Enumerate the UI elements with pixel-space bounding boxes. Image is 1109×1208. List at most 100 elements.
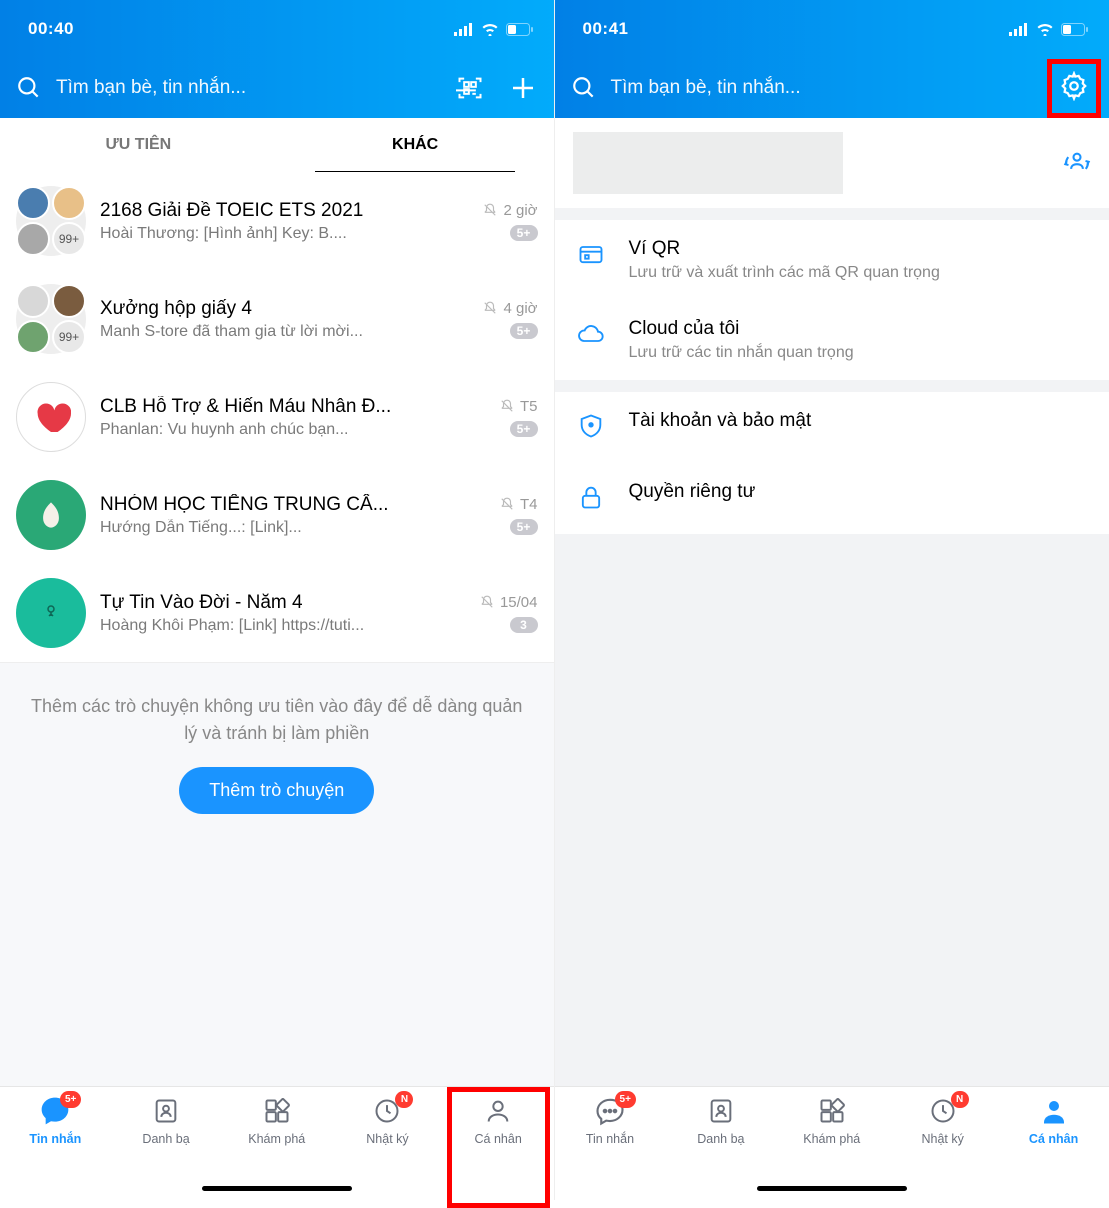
chat-item[interactable]: NHÓM HỌC TIẾNG TRUNG CẤ... Hướng Dẫn Tiế…	[0, 466, 554, 564]
avatar	[16, 382, 86, 452]
add-chat-button[interactable]: Thêm trò chuyện	[179, 767, 374, 814]
plus-icon[interactable]	[508, 73, 538, 103]
profile-header[interactable]	[555, 118, 1109, 208]
tab-other[interactable]: KHÁC	[277, 118, 554, 172]
nav-label: Tin nhắn	[586, 1132, 634, 1146]
nav-label: Danh bạ	[697, 1132, 744, 1146]
status-icons	[1009, 23, 1089, 36]
mute-icon	[500, 497, 514, 511]
menu-cloud[interactable]: Cloud của tôi Lưu trữ các tin nhắn quan …	[555, 300, 1109, 380]
menu-account-security[interactable]: Tài khoản và bảo mật	[555, 392, 1109, 463]
shield-icon	[577, 412, 605, 440]
nav-badge: N	[395, 1091, 413, 1108]
battery-icon	[1061, 23, 1089, 36]
signal-icon	[1009, 23, 1029, 36]
menu-title: Tài khoản và bảo mật	[629, 410, 1088, 432]
mute-icon	[500, 399, 514, 413]
chat-item[interactable]: 99+ 2168 Giải Đề TOEIC ETS 2021 Hoài Thư…	[0, 172, 554, 270]
contacts-icon	[152, 1097, 180, 1125]
promo-text: Thêm các trò chuyện không ưu tiên vào đâ…	[28, 693, 526, 747]
status-bar: 00:40	[0, 0, 554, 58]
nav-diary[interactable]: N Nhật ký	[332, 1095, 443, 1200]
nav-badge: 5+	[60, 1091, 81, 1108]
nav-diary[interactable]: N Nhật ký	[887, 1095, 998, 1200]
menu-title: Ví QR	[629, 238, 1088, 260]
status-time: 00:40	[28, 19, 74, 39]
battery-icon	[506, 23, 534, 36]
chat-time: 2 giờ	[503, 202, 537, 219]
menu-title: Quyền riêng tư	[629, 481, 1088, 503]
nav-messages[interactable]: 5+ Tin nhắn	[0, 1095, 111, 1200]
search-icon[interactable]	[571, 75, 597, 101]
nav-badge: 5+	[615, 1091, 636, 1108]
nav-label: Tin nhắn	[29, 1132, 81, 1146]
nav-contacts[interactable]: Danh bạ	[111, 1095, 222, 1200]
menu-subtitle: Lưu trữ các tin nhắn quan trọng	[629, 344, 1088, 362]
nav-contacts[interactable]: Danh bạ	[665, 1095, 776, 1200]
tabs: ƯU TIÊN KHÁC	[0, 118, 554, 172]
chat-time: T4	[520, 496, 538, 513]
nav-label: Khám phá	[248, 1132, 305, 1146]
chat-badge: 5+	[510, 519, 538, 535]
chat-preview: Phanlan: Vu huynh anh chúc bạn...	[100, 421, 486, 439]
person-icon	[484, 1097, 512, 1125]
chat-time: 4 giờ	[503, 300, 537, 317]
discover-icon	[818, 1097, 846, 1125]
nav-label: Cá nhân	[1029, 1132, 1078, 1146]
mute-icon	[483, 203, 497, 217]
status-bar: 00:41	[555, 0, 1109, 58]
home-indicator[interactable]	[757, 1186, 907, 1191]
nav-discover[interactable]: Khám phá	[776, 1095, 887, 1200]
search-icon[interactable]	[16, 75, 42, 101]
avatar	[16, 480, 86, 550]
chat-preview: Hoài Thương: [Hình ảnh] Key: B....	[100, 225, 469, 243]
qr-scan-icon[interactable]	[456, 74, 484, 102]
chat-item[interactable]: 99+ Xưởng hộp giấy 4 Manh S-tore đã tham…	[0, 270, 554, 368]
nav-profile[interactable]: Cá nhân	[443, 1095, 554, 1200]
nav-label: Nhật ký	[921, 1132, 963, 1146]
chat-title: 2168 Giải Đề TOEIC ETS 2021	[100, 200, 469, 222]
menu-qr-wallet[interactable]: Ví QR Lưu trữ và xuất trình các mã QR qu…	[555, 220, 1109, 300]
switch-account-icon[interactable]	[1063, 149, 1091, 177]
nav-messages[interactable]: 5+ Tin nhắn	[555, 1095, 666, 1200]
home-indicator[interactable]	[202, 1186, 352, 1191]
chat-preview: Manh S-tore đã tham gia từ lời mời...	[100, 323, 469, 341]
status-time: 00:41	[583, 19, 629, 39]
avatar: 99+	[16, 284, 86, 354]
chat-title: NHÓM HỌC TIẾNG TRUNG CẤ...	[100, 494, 486, 516]
chat-title: CLB Hỗ Trợ & Hiến Máu Nhân Đ...	[100, 396, 486, 418]
highlight-annotation	[1047, 59, 1101, 118]
contacts-icon	[707, 1097, 735, 1125]
chat-preview: Hoàng Khôi Phạm: [Link] https://tuti...	[100, 617, 466, 635]
chat-preview: Hướng Dẫn Tiếng...: [Link]...	[100, 519, 486, 537]
chat-time: 15/04	[500, 594, 538, 611]
header: Tìm bạn bè, tin nhắn...	[555, 58, 1109, 118]
tab-priority[interactable]: ƯU TIÊN	[0, 118, 277, 172]
cloud-icon	[577, 320, 605, 348]
nav-discover[interactable]: Khám phá	[221, 1095, 332, 1200]
qr-wallet-icon	[577, 240, 605, 268]
mute-icon	[480, 595, 494, 609]
nav-label: Khám phá	[803, 1132, 860, 1146]
avatar: 99+	[16, 186, 86, 256]
person-icon	[1039, 1096, 1069, 1126]
chat-badge: 5+	[510, 225, 538, 241]
header: Tìm bạn bè, tin nhắn...	[0, 58, 554, 118]
menu-title: Cloud của tôi	[629, 318, 1088, 340]
menu-privacy[interactable]: Quyền riêng tư	[555, 463, 1109, 534]
discover-icon	[263, 1097, 291, 1125]
nav-badge: N	[951, 1091, 969, 1108]
chat-item[interactable]: Tự Tin Vào Đời - Năm 4 Hoàng Khôi Phạm: …	[0, 564, 554, 662]
lock-icon	[577, 483, 605, 511]
search-input[interactable]: Tìm bạn bè, tin nhắn...	[56, 77, 442, 99]
search-input[interactable]: Tìm bạn bè, tin nhắn...	[611, 77, 1042, 99]
chat-badge: 5+	[510, 421, 538, 437]
chat-item[interactable]: CLB Hỗ Trợ & Hiến Máu Nhân Đ... Phanlan:…	[0, 368, 554, 466]
chat-badge: 3	[510, 617, 538, 633]
nav-profile[interactable]: Cá nhân	[998, 1095, 1109, 1200]
settings-button[interactable]	[1055, 67, 1093, 110]
bottom-nav: 5+ Tin nhắn Danh bạ Khám phá N Nhật ký	[0, 1086, 554, 1200]
nav-label: Nhật ký	[366, 1132, 408, 1146]
chat-time: T5	[520, 398, 538, 415]
profile-info-placeholder	[573, 132, 843, 194]
